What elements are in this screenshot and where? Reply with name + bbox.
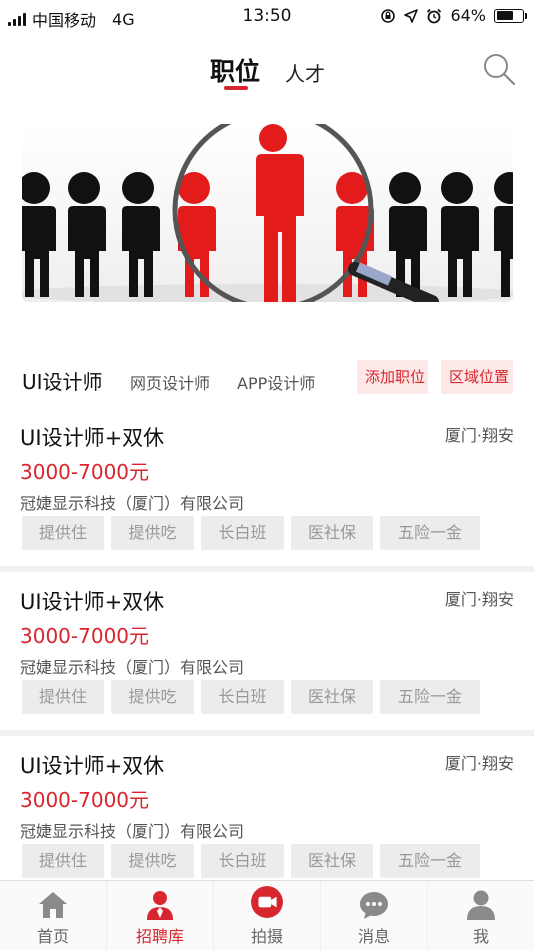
job-tag: 提供吃	[111, 680, 194, 714]
nav-label: 首页	[36, 927, 69, 946]
job-tag: 五险一金	[380, 516, 480, 550]
person-figure	[22, 172, 56, 297]
job-title: UI设计师+双休	[20, 426, 165, 450]
job-tag: 五险一金	[380, 844, 480, 878]
job-card[interactable]: UI设计师+双休 厦门·翔安 3000-7000元 冠婕显示科技（厦门）有限公司…	[0, 408, 534, 572]
job-tag: 提供住	[22, 516, 104, 550]
job-salary: 3000-7000元	[20, 460, 150, 484]
person-figure	[440, 172, 479, 297]
battery-level	[496, 11, 513, 20]
job-tag: 医社保	[291, 516, 373, 550]
businessman-figure	[248, 124, 304, 302]
nav-label: 消息	[357, 927, 390, 946]
status-bar: 中国移动 4G 13:50 64%	[0, 0, 534, 34]
alarm-icon	[427, 8, 442, 23]
battery-percent: 64%	[450, 6, 486, 25]
person-figure	[493, 172, 513, 297]
nav-recruit[interactable]: 招聘库	[107, 881, 214, 950]
nav-label: 招聘库	[135, 927, 184, 946]
status-right: 64%	[380, 6, 527, 25]
job-tag: 提供吃	[111, 516, 194, 550]
job-salary: 3000-7000元	[20, 624, 150, 648]
camera-icon	[251, 886, 283, 918]
job-company: 冠婕显示科技（厦门）有限公司	[20, 658, 245, 677]
category-web-designer[interactable]: 网页设计师	[130, 370, 210, 394]
category-app-designer[interactable]: APP设计师	[237, 370, 315, 394]
category-ui-designer[interactable]: UI设计师	[22, 366, 103, 395]
job-tag: 长白班	[201, 516, 284, 550]
job-tag: 提供吃	[111, 844, 194, 878]
job-tags: 提供住 提供吃 长白班 医社保 五险一金	[22, 516, 480, 550]
category-bar: UI设计师 网页设计师 APP设计师 添加职位 区域位置	[0, 358, 534, 402]
job-location: 厦门·翔安	[444, 754, 514, 773]
job-company: 冠婕显示科技（厦门）有限公司	[20, 822, 245, 841]
job-location: 厦门·翔安	[444, 426, 514, 445]
recruit-icon	[147, 891, 173, 920]
job-tag: 五险一金	[380, 680, 480, 714]
job-tag: 长白班	[201, 680, 284, 714]
banner-image	[22, 124, 513, 302]
job-tags: 提供住 提供吃 长白班 医社保 五险一金	[22, 680, 480, 714]
add-job-button[interactable]: 添加职位	[357, 360, 428, 394]
nav-shoot[interactable]: 拍摄	[214, 881, 321, 950]
active-tab-indicator	[224, 86, 248, 90]
rotation-lock-icon	[381, 8, 396, 23]
profile-icon	[467, 890, 495, 920]
person-figure	[177, 172, 216, 297]
nav-messages[interactable]: 消息	[321, 881, 428, 950]
nav-home[interactable]: 首页	[0, 881, 107, 950]
job-location: 厦门·翔安	[444, 590, 514, 609]
tab-talent[interactable]: 人才	[285, 58, 325, 87]
battery-icon	[494, 8, 527, 23]
area-location-button[interactable]: 区域位置	[441, 360, 513, 394]
top-tabs: 职位 人才	[0, 52, 534, 96]
nav-label: 我	[472, 927, 489, 946]
recruitment-banner[interactable]	[22, 124, 513, 302]
job-title: UI设计师+双休	[20, 590, 165, 614]
person-figure	[67, 172, 106, 297]
job-tags: 提供住 提供吃 长白班 医社保 五险一金	[22, 844, 480, 878]
tab-jobs[interactable]: 职位	[210, 52, 260, 88]
message-icon	[360, 892, 388, 919]
job-tag: 提供住	[22, 844, 104, 878]
job-card[interactable]: UI设计师+双休 厦门·翔安 3000-7000元 冠婕显示科技（厦门）有限公司…	[0, 572, 534, 736]
search-icon[interactable]	[482, 52, 516, 86]
job-title: UI设计师+双休	[20, 754, 165, 778]
job-tag: 提供住	[22, 680, 104, 714]
person-figure	[121, 172, 160, 297]
location-icon	[404, 8, 419, 23]
job-tag: 医社保	[291, 844, 373, 878]
home-icon	[39, 892, 67, 918]
nav-me[interactable]: 我	[428, 881, 534, 950]
job-salary: 3000-7000元	[20, 788, 150, 812]
job-tag: 医社保	[291, 680, 373, 714]
job-card[interactable]: UI设计师+双休 厦门·翔安 3000-7000元 冠婕显示科技（厦门）有限公司…	[0, 736, 534, 880]
job-company: 冠婕显示科技（厦门）有限公司	[20, 494, 245, 513]
job-tag: 长白班	[201, 844, 284, 878]
nav-label: 拍摄	[250, 927, 283, 946]
bottom-nav: 首页 招聘库 拍摄 消息 我	[0, 880, 534, 950]
